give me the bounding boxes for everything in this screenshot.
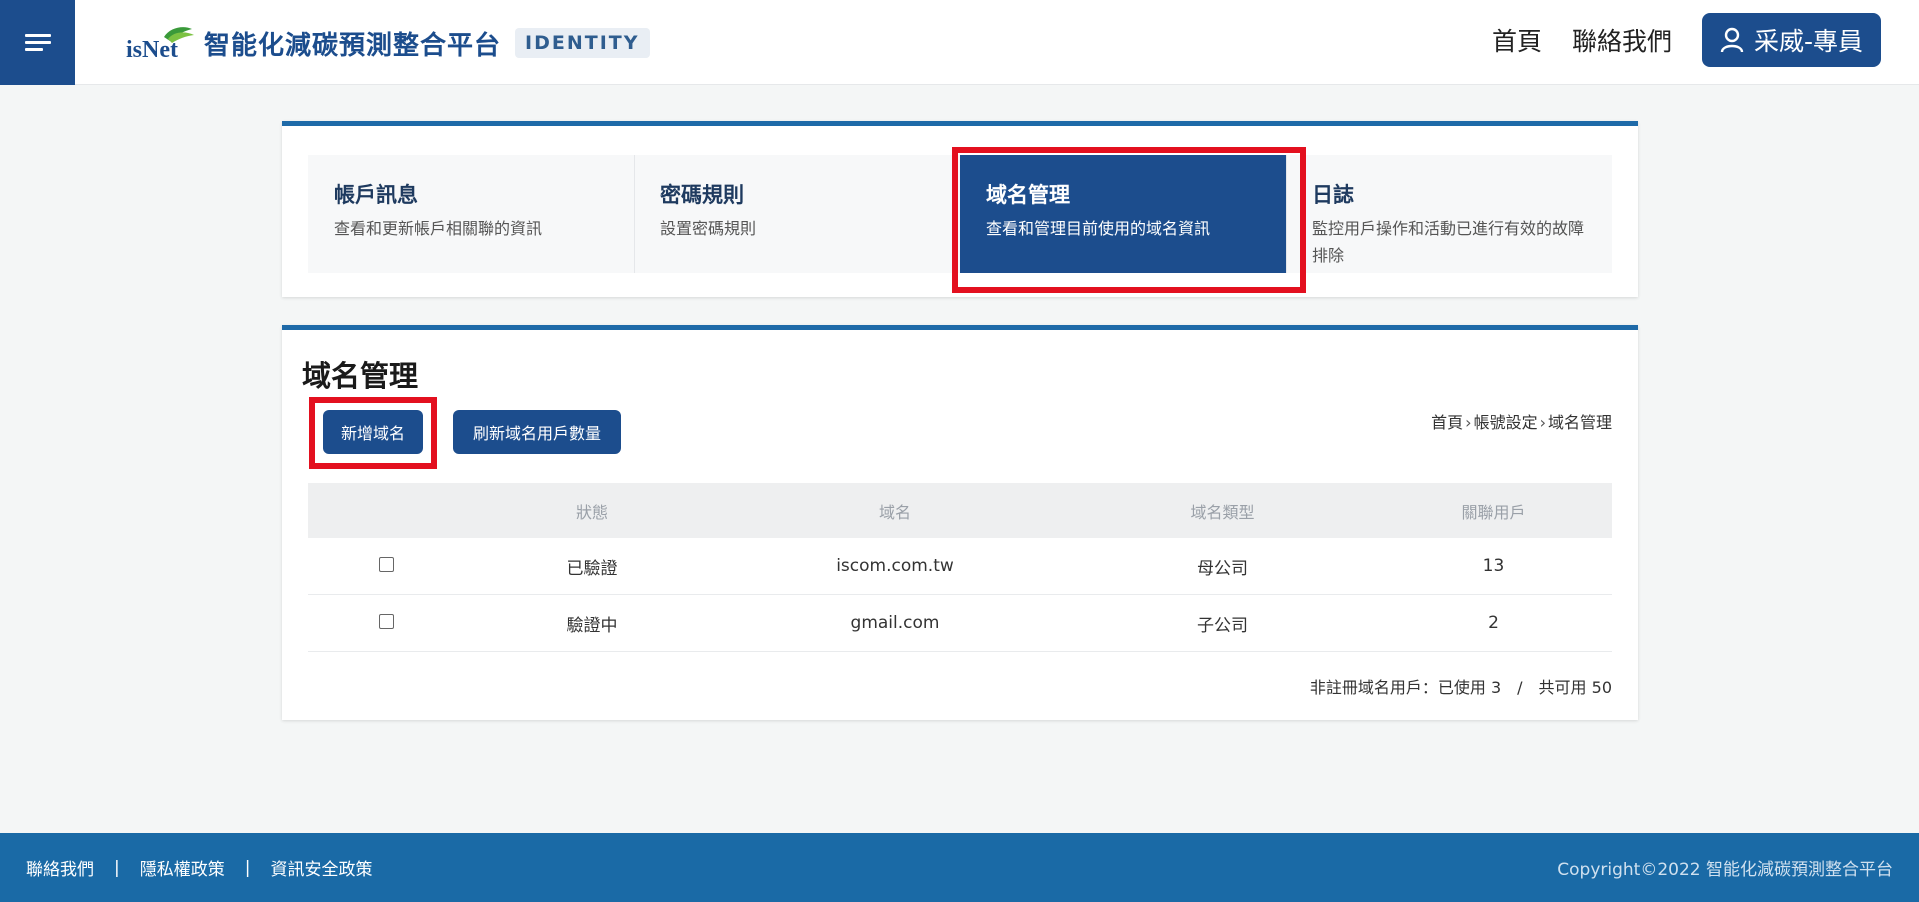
cell-status: 已驗證 [566,558,618,579]
table-row: 驗證中 gmail.com 子公司 2 [308,595,1612,652]
top-header: isNet 智能化減碳預測整合平台 IDENTITY 首頁 聯絡我們 采威-專員 [0,0,1919,85]
top-nav: 首頁 聯絡我們 采威-專員 [1492,13,1881,67]
tab-title: 域名管理 [986,183,1070,207]
footer-links: 聯絡我們 | 隱私權政策 | 資訊安全政策 [26,855,372,881]
identity-badge: IDENTITY [515,28,650,58]
table-row: 已驗證 iscom.com.tw 母公司 13 [308,538,1612,595]
quota-total: 共可用 50 [1538,678,1612,697]
logo[interactable]: isNet 智能化減碳預測整合平台 IDENTITY [126,18,650,68]
nav-contact-link[interactable]: 聯絡我們 [1572,22,1672,58]
unregistered-domain-quota: 非註冊域名用戶：已使用 3 / 共可用 50 [1310,674,1612,698]
footer: 聯絡我們 | 隱私權政策 | 資訊安全政策 Copyright©2022 智能化… [0,833,1919,902]
breadcrumb-separator: › [1465,413,1472,432]
tab-description: 設置密碼規則 [660,219,757,238]
footer-contact-link[interactable]: 聯絡我們 [26,855,94,880]
user-menu-button[interactable]: 采威-專員 [1701,13,1881,67]
tab-password-rules[interactable]: 密碼規則 設置密碼規則 [634,155,960,273]
add-domain-button[interactable]: 新增域名 [323,410,423,454]
breadcrumb: 首頁 › 帳號設定 › 域名管理 [1431,409,1612,433]
refresh-domain-users-button[interactable]: 刷新域名用戶數量 [453,410,621,454]
row-checkbox[interactable] [378,556,394,572]
menu-button[interactable] [0,0,75,85]
cell-domain-type: 母公司 [1197,558,1248,579]
copyright: Copyright©2022 智能化減碳預測整合平台 [1557,860,1893,880]
user-name: 采威-專員 [1753,27,1863,56]
cell-status: 驗證中 [566,615,618,636]
quota-separator: / [1517,678,1523,697]
isnet-logo-icon: isNet [126,27,194,63]
cell-linked-users: 13 [1482,556,1505,576]
cell-linked-users: 2 [1488,613,1499,633]
footer-security-policy-link[interactable]: 資訊安全政策 [270,855,372,880]
cell-domain-type: 子公司 [1197,615,1248,636]
tab-description: 監控用戶操作和活動已進行有效的故障排除 [1312,219,1585,265]
quota-used: 非註冊域名用戶：已使用 3 [1309,678,1502,697]
page-title: 域名管理 [302,359,419,393]
header-domain-type: 域名類型 [1190,502,1255,522]
domain-table: 狀態 域名 域名類型 關聯用戶 已驗證 iscom.com.tw 母公司 13 … [308,483,1612,652]
footer-separator: | [244,857,251,878]
breadcrumb-account-settings[interactable]: 帳號設定 [1474,413,1538,432]
footer-privacy-link[interactable]: 隱私權政策 [140,855,225,880]
cell-domain: gmail.com [850,613,940,633]
header-linked-users: 關聯用戶 [1461,502,1526,522]
footer-separator: | [114,857,120,878]
settings-tabs-card: 帳戶訊息 查看和更新帳戶相關聯的資訊 密碼規則 設置密碼規則 域名管理 查看和管… [282,121,1638,297]
nav-home-link[interactable]: 首頁 [1492,22,1542,58]
platform-title: 智能化減碳預測整合平台 [204,30,502,61]
tab-title: 帳戶訊息 [334,183,418,207]
breadcrumb-separator: › [1539,413,1546,432]
cell-domain: iscom.com.tw [836,556,954,576]
row-checkbox[interactable] [378,613,394,629]
header-status: 狀態 [575,502,608,522]
breadcrumb-home[interactable]: 首頁 [1431,413,1463,432]
logo-text: isNet [126,37,178,63]
user-icon [1720,27,1744,53]
breadcrumb-current: 域名管理 [1547,413,1612,432]
tab-account-info[interactable]: 帳戶訊息 查看和更新帳戶相關聯的資訊 [308,155,634,273]
tab-title: 密碼規則 [660,183,744,207]
tab-logs[interactable]: 日誌 監控用戶操作和活動已進行有效的故障排除 [1286,155,1612,273]
tab-description: 查看和更新帳戶相關聯的資訊 [334,219,543,238]
header-domain: 域名 [878,502,911,522]
tab-domain-management[interactable]: 域名管理 查看和管理目前使用的域名資訊 [952,147,1306,293]
table-header: 狀態 域名 域名類型 關聯用戶 [308,483,1612,538]
tab-description: 查看和管理目前使用的域名資訊 [986,219,1211,238]
hamburger-icon [24,33,51,52]
settings-tabs: 帳戶訊息 查看和更新帳戶相關聯的資訊 密碼規則 設置密碼規則 域名管理 查看和管… [308,147,1612,293]
domain-management-card: 域名管理 新增域名 刷新域名用戶數量 首頁 › 帳號設定 › 域名管理 狀態 域名 域名… [282,325,1638,720]
tab-title: 日誌 [1312,183,1354,207]
